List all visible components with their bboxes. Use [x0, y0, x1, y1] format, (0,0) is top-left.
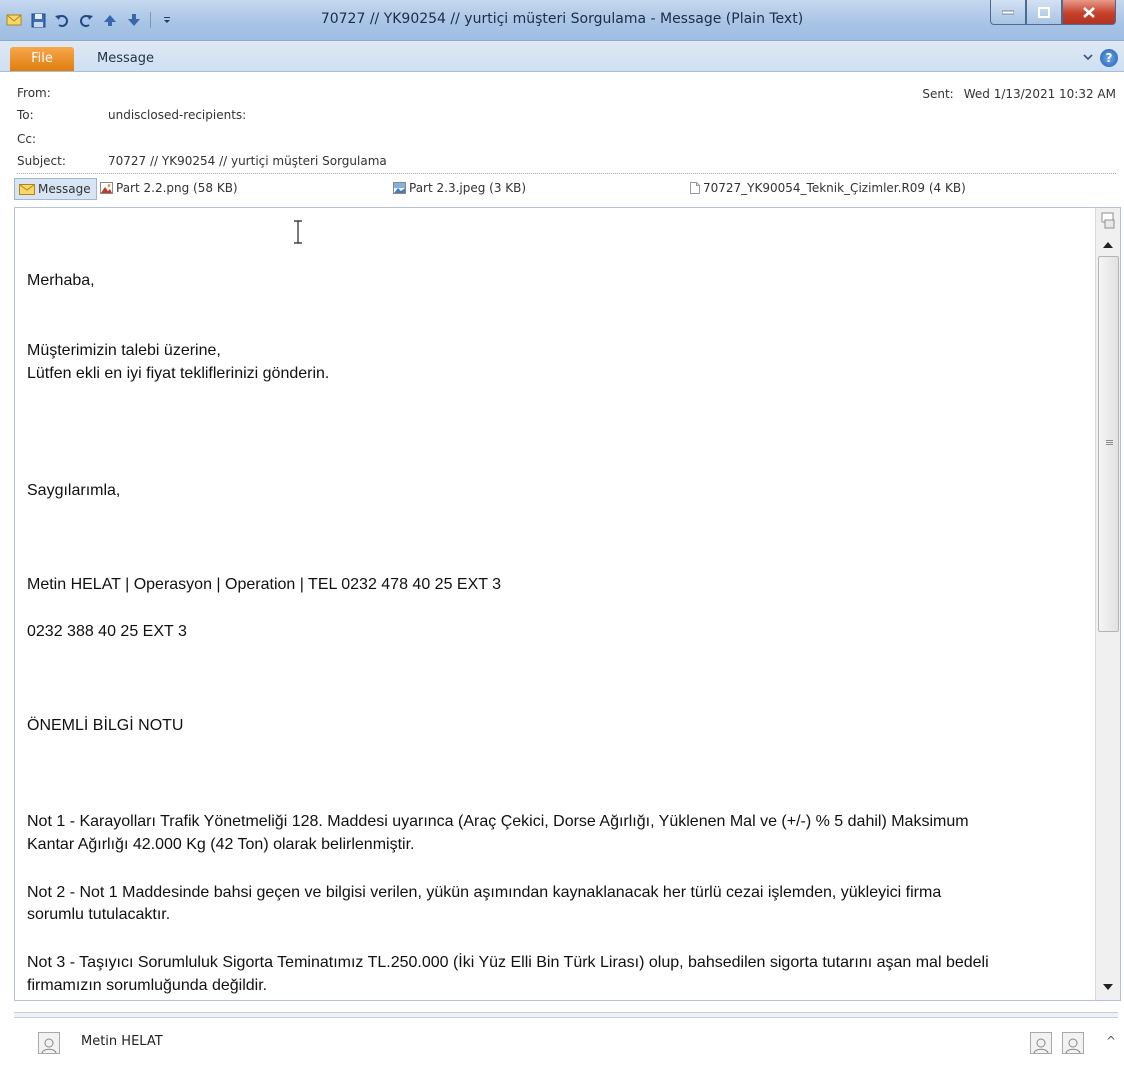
body-line: Not 3 - Taşıyıcı Sorumluluk Sigorta Temi…	[27, 954, 989, 971]
scroll-grip	[1106, 440, 1113, 446]
vertical-scrollbar[interactable]	[1095, 207, 1121, 1001]
person-icon	[41, 1038, 57, 1053]
body-line: Kantar Ağırlığı 42.000 Kg (42 Ton) olara…	[27, 836, 415, 853]
people-pane-splitter[interactable]	[14, 1012, 1118, 1018]
to-value[interactable]: undisclosed-recipients:	[108, 108, 246, 122]
attachment-item[interactable]: 70727_YK90054_Teknik_Çizimler.R09 (4 KB)	[690, 181, 966, 195]
title-bar: 70727 // YK90254 // yurtiçi müşteri Sorg…	[0, 0, 1124, 41]
text-cursor-icon	[294, 220, 302, 244]
scroll-down-arrow[interactable]	[1097, 978, 1119, 996]
attachment-item[interactable]: Part 2.3.jpeg (3 KB)	[393, 181, 526, 195]
body-line: 0232 388 40 25 EXT 3	[27, 623, 187, 640]
attachment-bar: Message Part 2.2.png (58 KB) Part 2.3.jp…	[0, 177, 1124, 201]
minimize-ribbon-icon[interactable]	[1082, 51, 1094, 65]
tab-file[interactable]: File	[10, 47, 74, 71]
message-body[interactable]: Merhaba, Müşterimizin talebi üzerine, Lü…	[14, 207, 1095, 1001]
body-line: ÖNEMLİ BİLGİ NOTU	[27, 717, 184, 734]
avatar[interactable]	[1062, 1032, 1084, 1054]
image-file-icon	[100, 182, 113, 194]
avatar[interactable]	[38, 1032, 60, 1054]
people-pane-name[interactable]: Metin HELAT	[81, 1034, 163, 1049]
attachment-label: 70727_YK90054_Teknik_Çizimler.R09 (4 KB)	[703, 181, 966, 195]
window-controls	[990, 0, 1116, 25]
image-file-icon	[393, 182, 406, 194]
body-line: Metin HELAT | Operasyon | Operation | TE…	[27, 576, 502, 593]
attachment-message-tab[interactable]: Message	[14, 178, 97, 200]
sent-field: Sent: Wed 1/13/2021 10:32 AM	[922, 87, 1116, 101]
body-line: Müşterimizin talebi üzerine,	[27, 342, 221, 359]
attachment-label: Part 2.3.jpeg (3 KB)	[409, 181, 527, 195]
body-line: Not 1 - Karayolları Trafik Yönetmeliği 1…	[27, 813, 969, 830]
body-line: firmamızın sorumluğunda değildir.	[27, 977, 268, 994]
minimize-button[interactable]	[990, 0, 1026, 25]
minimize-icon	[1002, 10, 1014, 15]
maximize-button[interactable]	[1026, 0, 1062, 25]
avatar[interactable]	[1030, 1032, 1052, 1054]
view-split-icon[interactable]	[1098, 210, 1118, 232]
triangle-up-icon	[1103, 242, 1113, 248]
window-title: 70727 // YK90254 // yurtiçi müşteri Sorg…	[320, 11, 804, 27]
cc-label: Cc:	[17, 132, 37, 146]
body-line: Saygılarımla,	[27, 482, 121, 499]
body-line: Lütfen ekli en iyi fiyat tekliflerinizi …	[27, 365, 330, 382]
scroll-up-arrow[interactable]	[1097, 236, 1119, 254]
help-icon[interactable]: ?	[1100, 49, 1118, 67]
person-icon	[1033, 1038, 1049, 1053]
from-label: From:	[17, 86, 51, 100]
header-divider	[17, 173, 1116, 174]
close-icon	[1083, 6, 1095, 18]
sent-value: Wed 1/13/2021 10:32 AM	[963, 87, 1116, 101]
people-pane-toggle[interactable]: ^	[1106, 1034, 1116, 1048]
ribbon-tab-bar: File Message ?	[0, 41, 1124, 72]
scroll-thumb[interactable]	[1098, 256, 1119, 632]
tab-message[interactable]: Message	[97, 51, 154, 66]
subject-label: Subject:	[17, 154, 66, 168]
attachment-label: Part 2.2.png (58 KB)	[116, 181, 238, 195]
body-line: Not 2 - Not 1 Maddesinde bahsi geçen ve …	[27, 884, 942, 901]
attachment-item[interactable]: Part 2.2.png (58 KB)	[100, 181, 238, 195]
triangle-down-icon	[1103, 984, 1113, 990]
maximize-icon	[1038, 6, 1050, 18]
body-line: sorumlu tutulacaktır.	[27, 906, 171, 923]
envelope-icon	[19, 183, 35, 195]
person-icon	[1065, 1038, 1081, 1053]
attachment-message-label: Message	[38, 182, 91, 196]
sent-label: Sent:	[922, 87, 954, 101]
message-header: From: Sent: Wed 1/13/2021 10:32 AM To: un…	[0, 72, 1124, 176]
people-pane: Metin HELAT ^	[0, 1022, 1124, 1066]
generic-file-icon	[690, 182, 700, 194]
close-button[interactable]	[1062, 0, 1116, 25]
subject-value: 70727 // YK90254 // yurtiçi müşteri Sorg…	[108, 154, 387, 168]
to-label: To:	[17, 108, 34, 122]
body-line: Merhaba,	[27, 272, 95, 289]
ribbon-help-area: ?	[1082, 49, 1118, 67]
